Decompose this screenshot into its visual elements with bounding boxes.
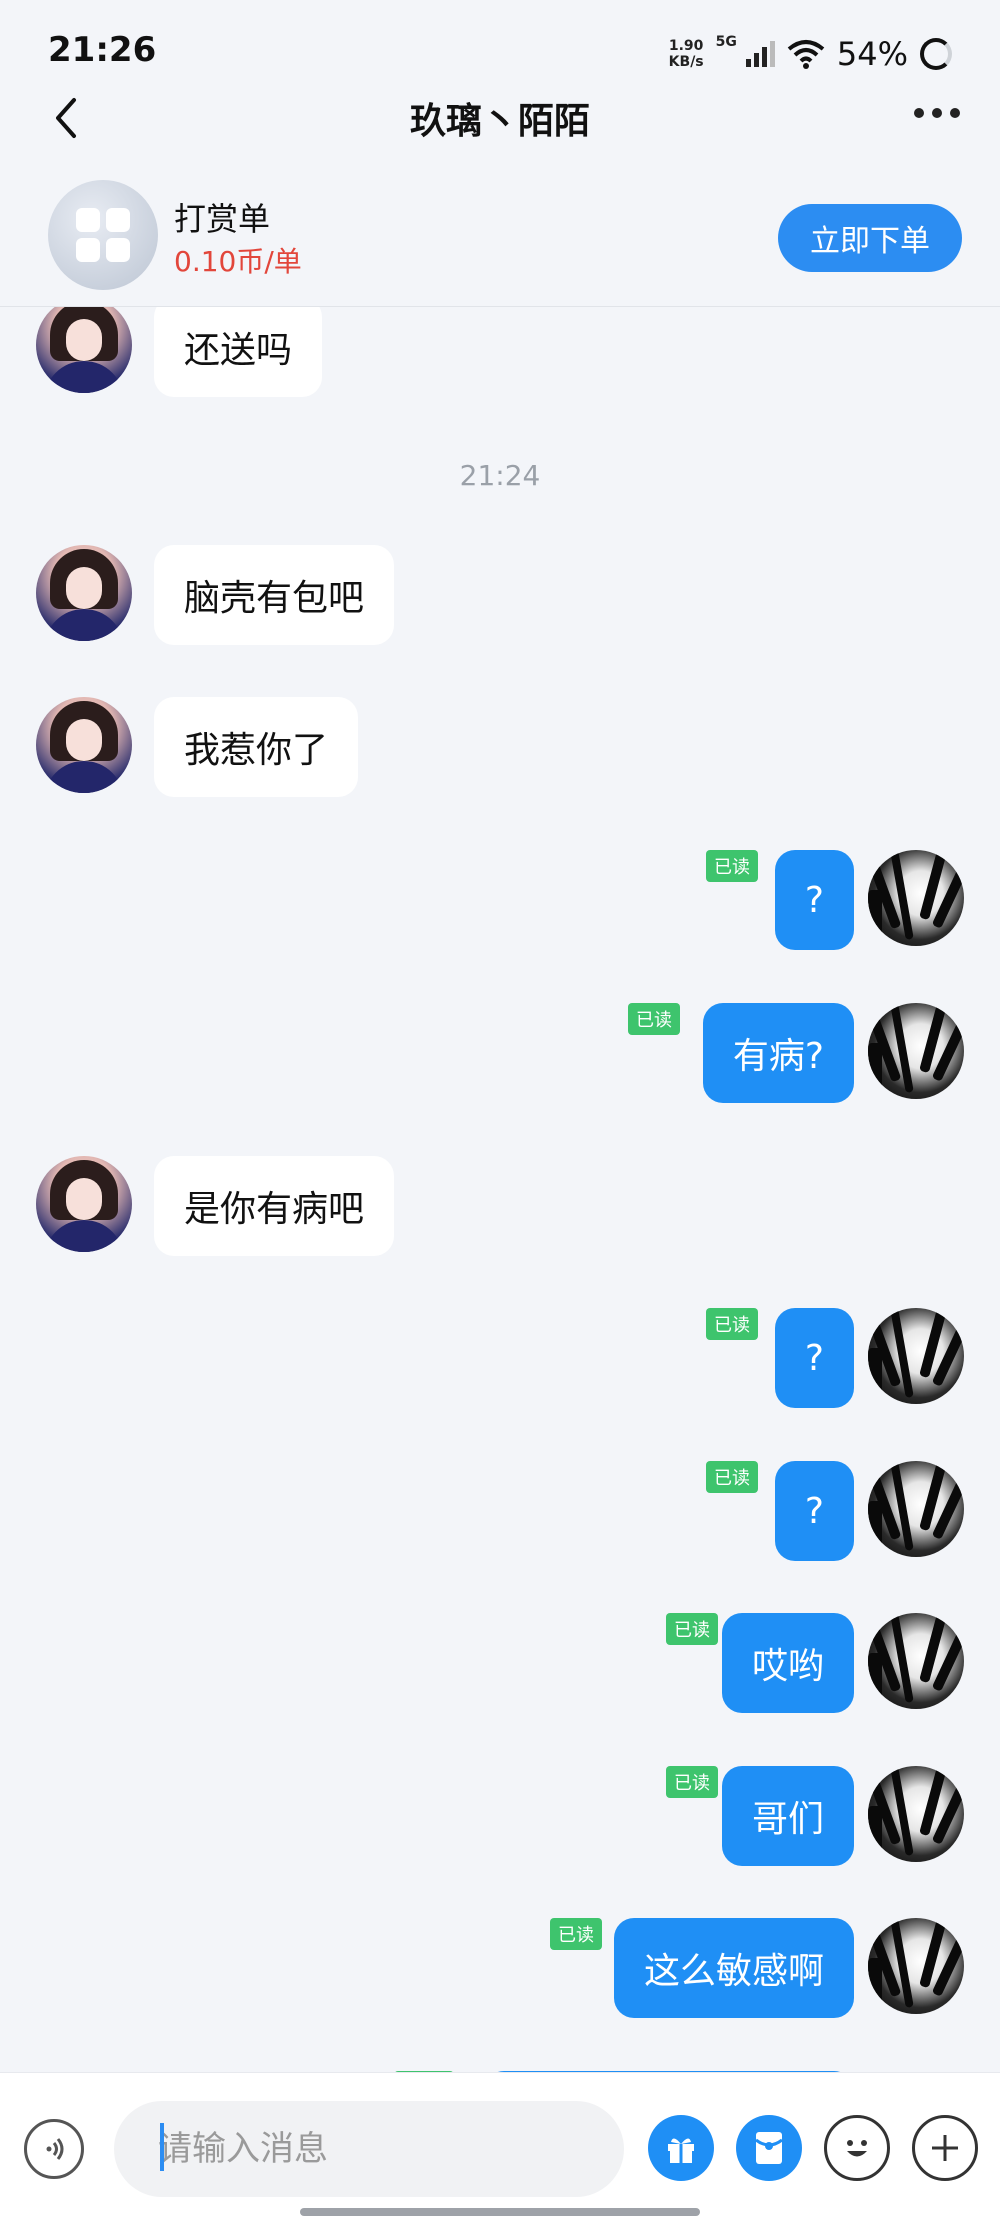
plus-icon[interactable]: [912, 2115, 978, 2181]
order-title: 打赏单: [174, 200, 271, 238]
read-badge: 已读: [706, 1461, 758, 1493]
status-time: 21:26: [48, 30, 157, 70]
read-badge: 已读: [706, 1308, 758, 1340]
battery-level: 54%: [836, 35, 908, 73]
read-badge: 已读: [550, 1918, 602, 1950]
signal-icon: [745, 41, 775, 67]
emoji-icon[interactable]: [824, 2115, 890, 2181]
avatar-hair-strand: [868, 1806, 882, 1856]
status-indicators: 1.90 KB/s 5G 54%: [669, 30, 952, 78]
network-type: 5G: [715, 34, 737, 50]
more-dot: [950, 108, 960, 118]
order-bar: 打赏单 0.10币/单 立即下单: [0, 170, 1000, 307]
my-avatar[interactable]: [868, 1003, 964, 1099]
message-bubble[interactable]: 哥们: [721, 1766, 854, 1866]
message-bubble[interactable]: 这么敏感啊: [613, 1918, 854, 2018]
home-indicator[interactable]: [300, 2208, 700, 2216]
message-bubble[interactable]: ?: [774, 850, 854, 950]
contact-avatar[interactable]: [36, 1156, 132, 1252]
net-speed-unit: KB/s: [668, 54, 704, 70]
apps-grid-icon: [48, 180, 158, 290]
grid-cell: [76, 238, 100, 262]
message-input[interactable]: [114, 2101, 624, 2197]
my-avatar[interactable]: [868, 1613, 964, 1709]
voice-icon[interactable]: [24, 2119, 84, 2179]
gift-icon[interactable]: [648, 2115, 714, 2181]
read-badge: 已读: [666, 1766, 718, 1798]
contact-avatar[interactable]: [36, 307, 132, 393]
battery-icon: [920, 38, 952, 70]
my-avatar[interactable]: [868, 1766, 964, 1862]
grid-cell: [106, 208, 130, 232]
my-avatar[interactable]: [868, 1461, 964, 1557]
red-packet-icon[interactable]: [736, 2115, 802, 2181]
my-avatar[interactable]: [868, 1918, 964, 2014]
grid-cell: [106, 238, 130, 262]
order-now-button[interactable]: 立即下单: [778, 204, 962, 272]
more-dot: [914, 108, 924, 118]
my-avatar[interactable]: [868, 850, 964, 946]
read-badge: 已读: [666, 1613, 718, 1645]
avatar-hair-strand: [868, 1653, 882, 1703]
grid-cell: [76, 208, 100, 232]
message-bubble[interactable]: 哎哟: [721, 1613, 854, 1713]
avatar-hair-strand: [868, 1043, 882, 1093]
message-bubble[interactable]: ?: [774, 1308, 854, 1408]
read-badge: 已读: [706, 850, 758, 882]
net-speed: 1.90 KB/s: [669, 38, 704, 70]
contact-avatar[interactable]: [36, 697, 132, 793]
net-speed-value: 1.90: [668, 38, 704, 54]
my-avatar[interactable]: [868, 1308, 964, 1404]
more-icon[interactable]: [914, 108, 960, 118]
text-caret: [160, 2123, 164, 2171]
avatar-hair-strand: [868, 1958, 882, 2008]
message-bubble[interactable]: 还送吗: [154, 307, 323, 397]
avatar-hair-strand: [868, 890, 882, 940]
avatar-hair-strand: [868, 1348, 882, 1398]
chat-title: 玖璃丶陌陌: [409, 101, 590, 142]
input-bar: [0, 2072, 1000, 2223]
message-bubble[interactable]: 脑壳有包吧: [154, 545, 395, 645]
avatar-hair-strand: [868, 1501, 882, 1551]
read-badge: 已读: [628, 1003, 680, 1035]
more-dot: [932, 108, 942, 118]
contact-avatar[interactable]: [36, 545, 132, 641]
order-price: 0.10币/单: [174, 245, 302, 278]
message-bubble[interactable]: 有病?: [702, 1003, 854, 1103]
message-bubble[interactable]: 是你有病吧: [154, 1156, 395, 1256]
time-divider: 21:24: [459, 459, 541, 492]
message-bubble[interactable]: 我惹你了: [154, 697, 359, 797]
message-bubble[interactable]: ?: [774, 1461, 854, 1561]
wifi-icon: [787, 40, 825, 69]
message-list[interactable]: 还送吗 21:24 脑壳有包吧 我惹你了 已读 ? 已读 有病? 是你有病吧 已…: [0, 307, 1000, 2072]
status-bar: 21:26 1.90 KB/s 5G 54%: [0, 0, 1000, 90]
